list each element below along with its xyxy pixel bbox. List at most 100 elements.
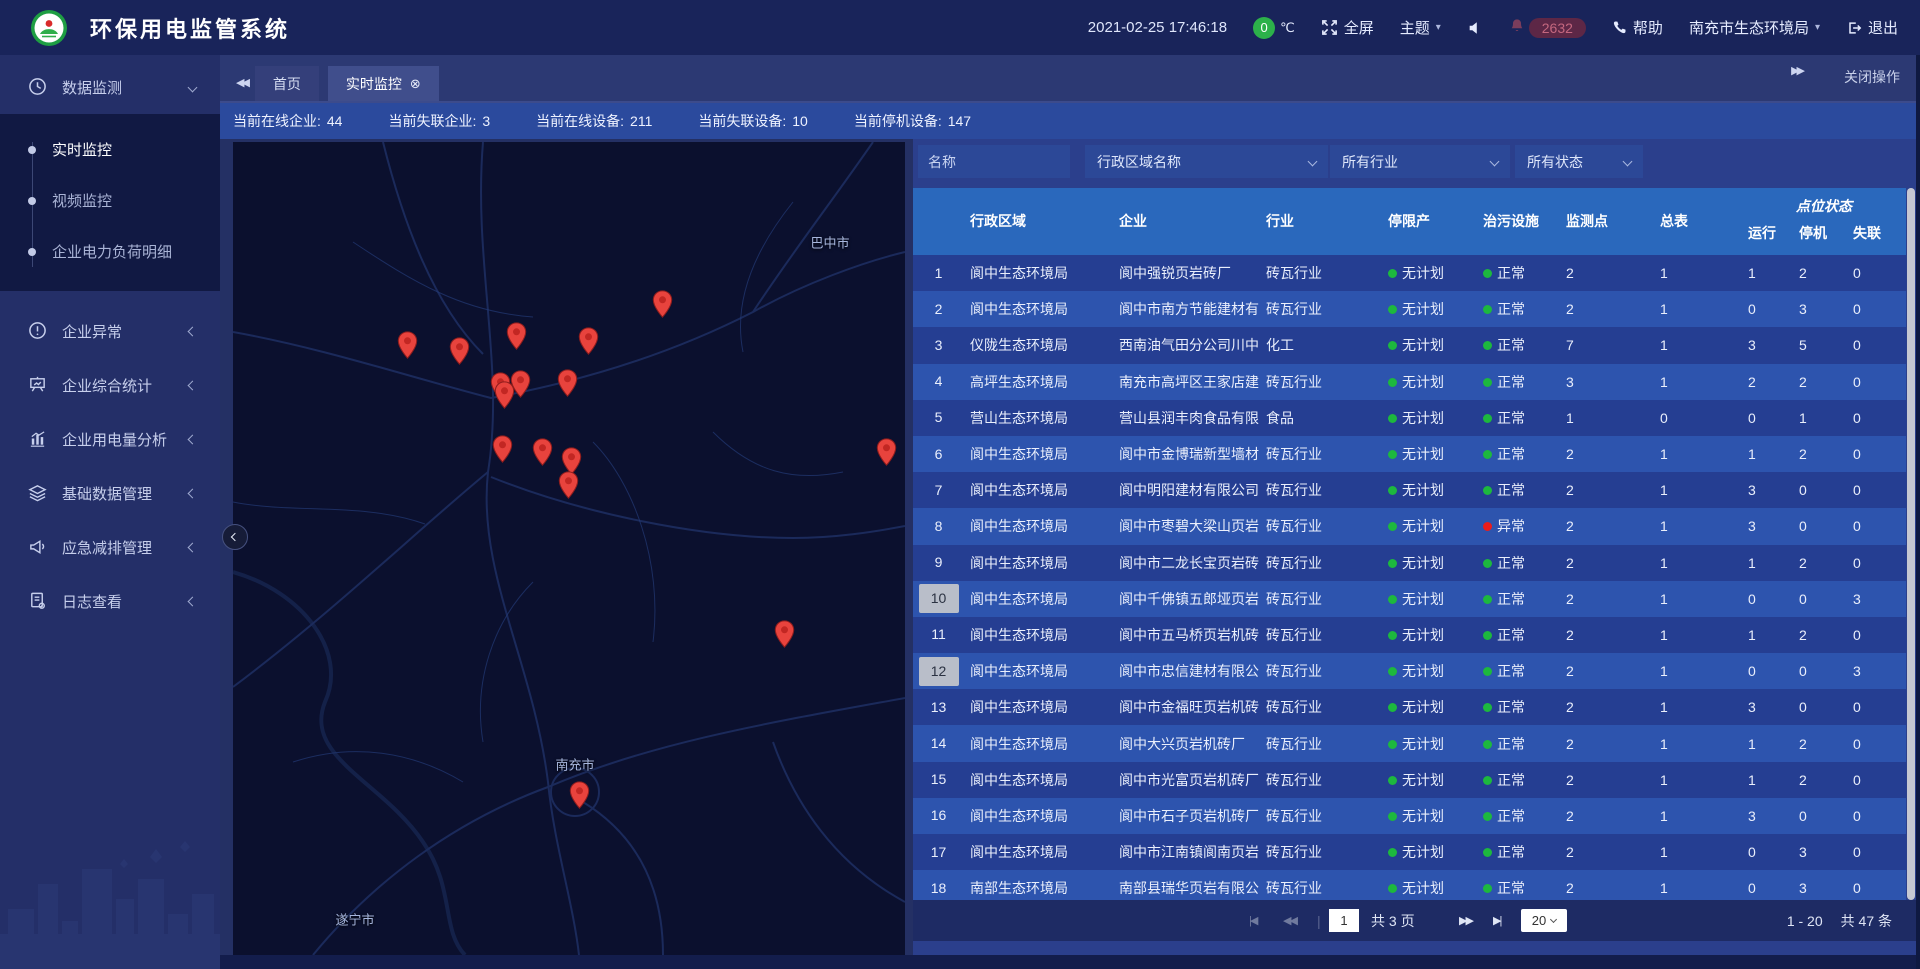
fullscreen-button[interactable]: 全屏 xyxy=(1321,17,1374,38)
map-pin[interactable] xyxy=(532,438,553,466)
sidebar: 数据监测 实时监控 视频监控 企业电力负荷明细 企业异常 企业综合统计 企业用电… xyxy=(0,55,220,969)
window-right-edge xyxy=(1916,55,1920,969)
map-viewport[interactable]: 巴中市南充市遂宁市 xyxy=(233,142,905,955)
cell-company: 阆中市忠信建材有限公 xyxy=(1113,661,1260,681)
sidebar-item-video-monitor[interactable]: 视频监控 xyxy=(0,175,220,226)
map-pin[interactable] xyxy=(876,438,897,466)
sidebar-menu: 数据监测 实时监控 视频监控 企业电力负荷明细 企业异常 企业综合统计 企业用电… xyxy=(0,55,220,628)
table-row[interactable]: 8 阆中生态环境局 阆中市枣碧大梁山页岩 砖瓦行业 无计划 异常 2 1 3 0… xyxy=(913,508,1906,544)
table-row[interactable]: 16 阆中生态环境局 阆中市石子页岩机砖厂 砖瓦行业 无计划 正常 2 1 3 … xyxy=(913,798,1906,834)
first-page-button[interactable]: |◀ xyxy=(1249,900,1256,941)
map-pin[interactable] xyxy=(557,369,578,397)
sidebar-item-power-usage-analysis[interactable]: 企业用电量分析 xyxy=(0,412,220,466)
table-row[interactable]: 4 高坪生态环境局 南充市高坪区王家店建 砖瓦行业 无计划 正常 3 1 2 2… xyxy=(913,364,1906,400)
cell-treatment: 正常 xyxy=(1477,697,1560,717)
theme-button[interactable]: 主题 ▾ xyxy=(1400,17,1441,38)
notification-button[interactable]: 2632 xyxy=(1509,18,1586,38)
org-dropdown[interactable]: 南充市生态环境局 ▾ xyxy=(1689,17,1820,38)
map-pin[interactable] xyxy=(449,337,470,365)
table-row[interactable]: 7 阆中生态环境局 阆中明阳建材有限公司 砖瓦行业 无计划 正常 2 1 3 0… xyxy=(913,472,1906,508)
map-pin[interactable] xyxy=(569,781,590,809)
sidebar-skyline-decoration xyxy=(0,839,220,969)
stat-label: 当前在线企业: xyxy=(233,111,321,131)
table-row[interactable]: 10 阆中生态环境局 阆中千佛镇五郎垭页岩 砖瓦行业 无计划 正常 2 1 0 … xyxy=(913,581,1906,617)
table-row[interactable]: 3 仪陇生态环境局 西南油气田分公司川中 化工 无计划 正常 7 1 3 5 0 xyxy=(913,327,1906,363)
sidebar-item-emergency-reduction[interactable]: 应急减排管理 xyxy=(0,520,220,574)
map-pin[interactable] xyxy=(397,331,418,359)
table-row[interactable]: 5 营山生态环境局 营山县润丰肉食品有限 食品 无计划 正常 1 0 0 1 0 xyxy=(913,400,1906,436)
tab-home[interactable]: 首页 xyxy=(255,66,319,101)
tab-close-icon[interactable]: ⊗ xyxy=(410,76,421,92)
table-row[interactable]: 1 阆中生态环境局 阆中强锐页岩砖厂 砖瓦行业 无计划 正常 2 1 1 2 0 xyxy=(913,255,1906,291)
tabs-scroll-left-button[interactable]: ◀◀ xyxy=(236,76,255,101)
page-size-select[interactable]: 20 xyxy=(1521,909,1567,932)
industry-filter-select[interactable]: 所有行业 xyxy=(1330,145,1510,178)
next-page-button[interactable]: ▶▶ xyxy=(1459,900,1472,941)
sidebar-item-enterprise-abnormal[interactable]: 企业异常 xyxy=(0,304,220,358)
mute-speaker-button[interactable] xyxy=(1467,20,1483,36)
cell-production-limit: 无计划 xyxy=(1382,299,1477,319)
chart-icon xyxy=(28,429,48,449)
cell-region: 阆中生态环境局 xyxy=(964,553,1113,573)
table-row[interactable]: 17 阆中生态环境局 阆中市江南镇阆南页岩 砖瓦行业 无计划 正常 2 1 0 … xyxy=(913,834,1906,870)
sidebar-item-realtime-monitor[interactable]: 实时监控 xyxy=(0,124,220,175)
help-button[interactable]: 帮助 xyxy=(1612,17,1663,38)
sidebar-item-enterprise-statistics[interactable]: 企业综合统计 xyxy=(0,358,220,412)
cell-region: 营山生态环境局 xyxy=(964,408,1113,428)
table-row[interactable]: 6 阆中生态环境局 阆中市金博瑞新型墙材 砖瓦行业 无计划 正常 2 1 1 2… xyxy=(913,436,1906,472)
cell-production-limit: 无计划 xyxy=(1382,408,1477,428)
cell-company: 阆中明阳建材有限公司 xyxy=(1113,480,1260,500)
sidebar-item-log-view[interactable]: 日志查看 xyxy=(0,574,220,628)
map-pin[interactable] xyxy=(652,290,673,318)
map-pin[interactable] xyxy=(494,381,515,409)
table-row[interactable]: 12 阆中生态环境局 阆中市忠信建材有限公 砖瓦行业 无计划 正常 2 1 0 … xyxy=(913,653,1906,689)
table-row[interactable]: 14 阆中生态环境局 阆中大兴页岩机砖厂 砖瓦行业 无计划 正常 2 1 1 2… xyxy=(913,725,1906,761)
map-panel-collapse-button[interactable] xyxy=(222,524,248,550)
table-row[interactable]: 13 阆中生态环境局 阆中市金福旺页岩机砖 砖瓦行业 无计划 正常 2 1 3 … xyxy=(913,689,1906,725)
table-row[interactable]: 2 阆中生态环境局 阆中市南方节能建材有 砖瓦行业 无计划 正常 2 1 0 3… xyxy=(913,291,1906,327)
region-filter-select[interactable]: 行政区域名称 xyxy=(1085,145,1328,178)
cell-running: 0 xyxy=(1742,301,1793,317)
cell-running: 3 xyxy=(1742,699,1793,715)
sidebar-item-base-data-manage[interactable]: 基础数据管理 xyxy=(0,466,220,520)
table-row[interactable]: 9 阆中生态环境局 阆中市二龙长宝页岩砖 砖瓦行业 无计划 正常 2 1 1 2… xyxy=(913,545,1906,581)
cell-monitor-points: 3 xyxy=(1560,374,1654,390)
cell-total-meter: 1 xyxy=(1654,555,1742,571)
table-row[interactable]: 18 南部生态环境局 南部县瑞华页岩有限公 砖瓦行业 无计划 正常 2 1 0 … xyxy=(913,870,1906,900)
tab-realtime-monitor[interactable]: 实时监控 ⊗ xyxy=(328,66,439,101)
sidebar-item-data-monitor[interactable]: 数据监测 xyxy=(0,60,220,114)
tabs-scroll-right-button[interactable]: ▶▶ xyxy=(1791,64,1810,89)
cell-stopped: 2 xyxy=(1793,772,1847,788)
logout-button[interactable]: 退出 xyxy=(1846,17,1898,38)
name-filter-input[interactable] xyxy=(918,145,1070,178)
map-pin[interactable] xyxy=(774,620,795,648)
last-page-button[interactable]: ▶| xyxy=(1493,900,1500,941)
column-production-limit: 停限产 xyxy=(1382,188,1477,255)
previous-page-button[interactable]: ◀◀ xyxy=(1283,900,1296,941)
cell-treatment: 正常 xyxy=(1477,806,1560,826)
map-pin[interactable] xyxy=(558,471,579,499)
total-pages-label: 共 3 页 xyxy=(1371,900,1415,941)
content-area: 巴中市南充市遂宁市 行政区域名称 所有行业 所有状态 xyxy=(220,139,1920,955)
row-index: 5 xyxy=(913,403,964,432)
row-index: 8 xyxy=(913,512,964,541)
cell-running: 1 xyxy=(1742,736,1793,752)
page-number-input[interactable] xyxy=(1329,909,1359,932)
bell-icon xyxy=(1509,18,1525,38)
map-pin[interactable] xyxy=(492,435,513,463)
cell-total-meter: 1 xyxy=(1654,591,1742,607)
layers-icon xyxy=(28,483,48,503)
row-index: 14 xyxy=(913,729,964,758)
table-row[interactable]: 11 阆中生态环境局 阆中市五马桥页岩机砖 砖瓦行业 无计划 正常 2 1 1 … xyxy=(913,617,1906,653)
row-index: 12 xyxy=(913,657,964,686)
sidebar-item-power-load-detail[interactable]: 企业电力负荷明细 xyxy=(0,226,220,277)
row-index: 3 xyxy=(913,331,964,360)
cell-region: 阆中生态环境局 xyxy=(964,516,1113,536)
table-scrollbar[interactable] xyxy=(1907,188,1915,900)
cell-running: 1 xyxy=(1742,555,1793,571)
map-pin[interactable] xyxy=(578,327,599,355)
table-row[interactable]: 15 阆中生态环境局 阆中市光富页岩机砖厂 砖瓦行业 无计划 正常 2 1 1 … xyxy=(913,762,1906,798)
map-pin[interactable] xyxy=(506,322,527,350)
status-filter-select[interactable]: 所有状态 xyxy=(1515,145,1643,178)
close-operations-button[interactable]: 关闭操作 xyxy=(1844,67,1900,87)
